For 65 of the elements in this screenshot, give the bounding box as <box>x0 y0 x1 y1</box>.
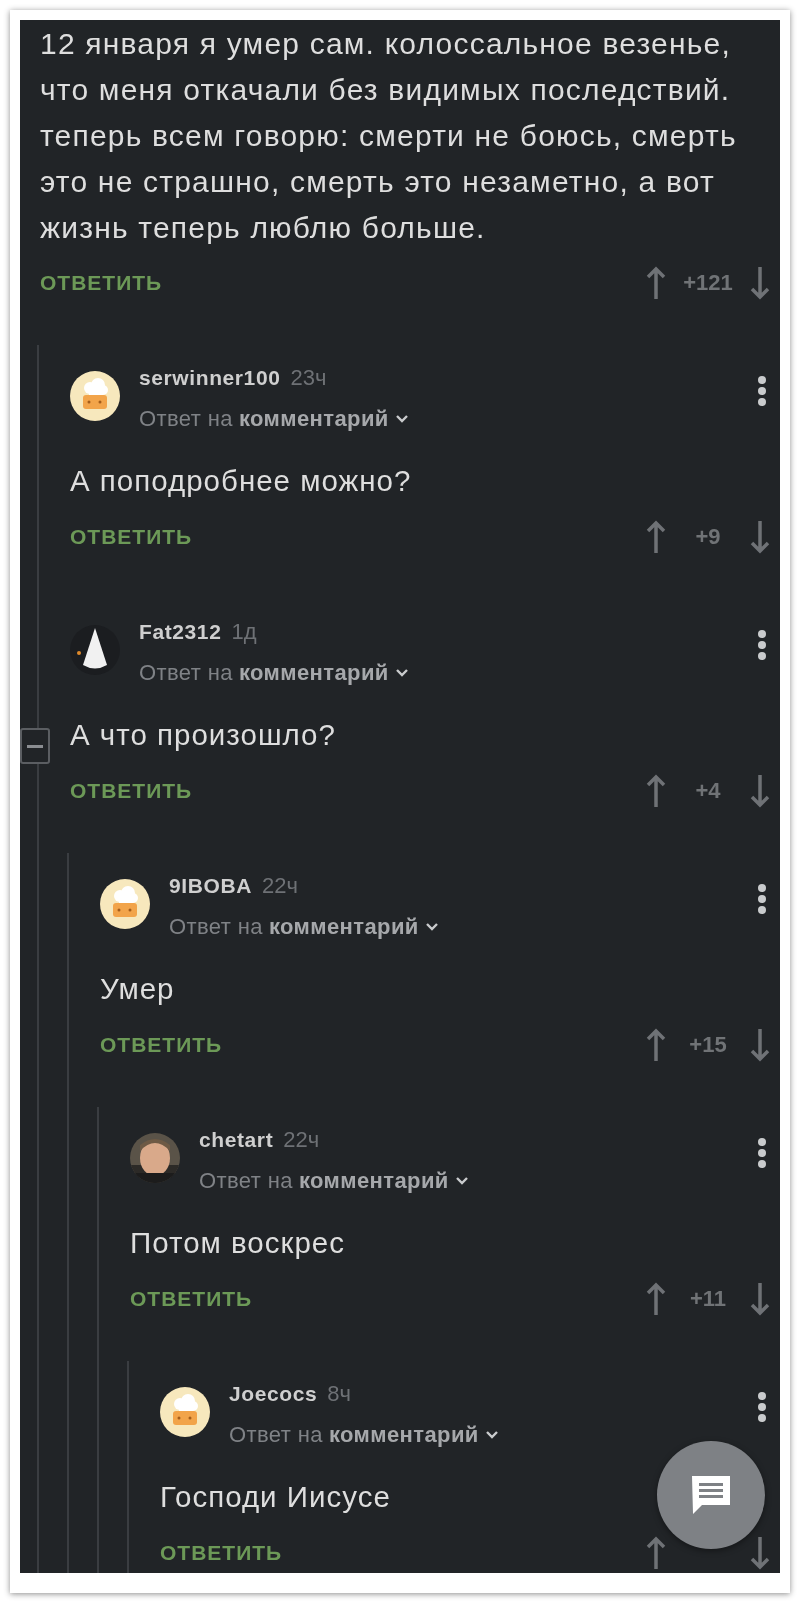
more-options-icon[interactable] <box>757 376 767 406</box>
username[interactable]: 9IBOBA <box>169 874 252 898</box>
cook-avatar-icon <box>70 371 120 421</box>
parent-comment-link[interactable]: комментарий <box>268 915 419 939</box>
hooded-figure-avatar-icon <box>70 625 120 675</box>
reply-to-label: Ответ на <box>199 1169 293 1193</box>
reply-link[interactable]: ОТВЕТИТЬ <box>100 1033 223 1057</box>
rating: +121 <box>682 270 734 296</box>
cook-avatar-icon <box>100 879 150 929</box>
downvote-arrow-icon[interactable] <box>750 1028 770 1062</box>
comment-text: Господи Иисусе <box>160 1479 391 1515</box>
rating: +4 <box>694 778 722 804</box>
reply-to-label: Ответ на <box>139 661 233 685</box>
reply-to-label: Ответ на <box>169 915 263 939</box>
upvote-arrow-icon[interactable] <box>646 266 666 300</box>
upvote-arrow-icon[interactable] <box>646 520 666 554</box>
comment-text: Умер <box>100 971 175 1007</box>
downvote-arrow-icon[interactable] <box>750 266 770 300</box>
reply-link[interactable]: ОТВЕТИТЬ <box>70 525 193 549</box>
downvote-arrow-icon[interactable] <box>750 520 770 554</box>
timestamp: 22ч <box>261 874 298 898</box>
username[interactable]: Joecocs <box>229 1382 318 1406</box>
more-options-icon[interactable] <box>757 1138 767 1168</box>
more-options-icon[interactable] <box>757 1392 767 1422</box>
timestamp: 22ч <box>283 1128 320 1152</box>
timestamp: 1д <box>231 620 257 644</box>
parent-comment-link[interactable]: комментарий <box>298 1169 449 1193</box>
upvote-arrow-icon[interactable] <box>646 1536 666 1570</box>
parent-comment-link[interactable]: комментарий <box>328 1423 479 1447</box>
comment-text: А поподробнее можно? <box>70 463 412 499</box>
collapse-button[interactable] <box>20 728 50 764</box>
reply-link[interactable]: ОТВЕТИТЬ <box>70 779 193 803</box>
reply-to-label: Ответ на <box>229 1423 323 1447</box>
downvote-arrow-icon[interactable] <box>750 1282 770 1316</box>
comment-text: Потом воскрес <box>130 1225 345 1261</box>
rating: +9 <box>694 524 722 550</box>
chevron-down-icon[interactable] <box>394 668 409 678</box>
more-options-icon[interactable] <box>757 630 767 660</box>
rating: +15 <box>688 1032 728 1058</box>
chevron-down-icon[interactable] <box>454 1176 469 1186</box>
username[interactable]: chetart <box>199 1128 274 1152</box>
chevron-down-icon[interactable] <box>424 922 439 932</box>
comment-text: 12 января я умер сам. колоссальное везенье, что меня откачали без видимых последствий. теперь всем говорю: смерти не боюсь, смерть это не страшно, смерть это незаметно, а вот жизнь теперь люблю больше. <box>40 26 738 246</box>
username[interactable]: Fat2312 <box>139 620 222 644</box>
reply-link[interactable]: ОТВЕТИТЬ <box>160 1541 283 1565</box>
upvote-arrow-icon[interactable] <box>646 774 666 808</box>
chevron-down-icon[interactable] <box>484 1430 499 1440</box>
message-icon <box>690 1474 732 1516</box>
cook-avatar-icon <box>160 1387 210 1437</box>
downvote-arrow-icon[interactable] <box>750 774 770 808</box>
reply-link[interactable]: ОТВЕТИТЬ <box>40 271 163 295</box>
timestamp: 8ч <box>327 1382 351 1406</box>
more-options-icon[interactable] <box>757 884 767 914</box>
comment-text: А что произошло? <box>70 717 336 753</box>
rating: +11 <box>688 1286 728 1312</box>
reply-to-label: Ответ на <box>139 407 233 431</box>
parent-comment-link[interactable]: комментарий <box>238 407 389 431</box>
parent-comment-link[interactable]: комментарий <box>238 661 389 685</box>
upvote-arrow-icon[interactable] <box>646 1028 666 1062</box>
chevron-down-icon[interactable] <box>394 414 409 424</box>
username[interactable]: serwinner100 <box>139 366 281 390</box>
downvote-arrow-icon[interactable] <box>750 1536 770 1570</box>
reply-link[interactable]: ОТВЕТИТЬ <box>130 1287 253 1311</box>
timestamp: 23ч <box>290 366 327 390</box>
upvote-arrow-icon[interactable] <box>646 1282 666 1316</box>
